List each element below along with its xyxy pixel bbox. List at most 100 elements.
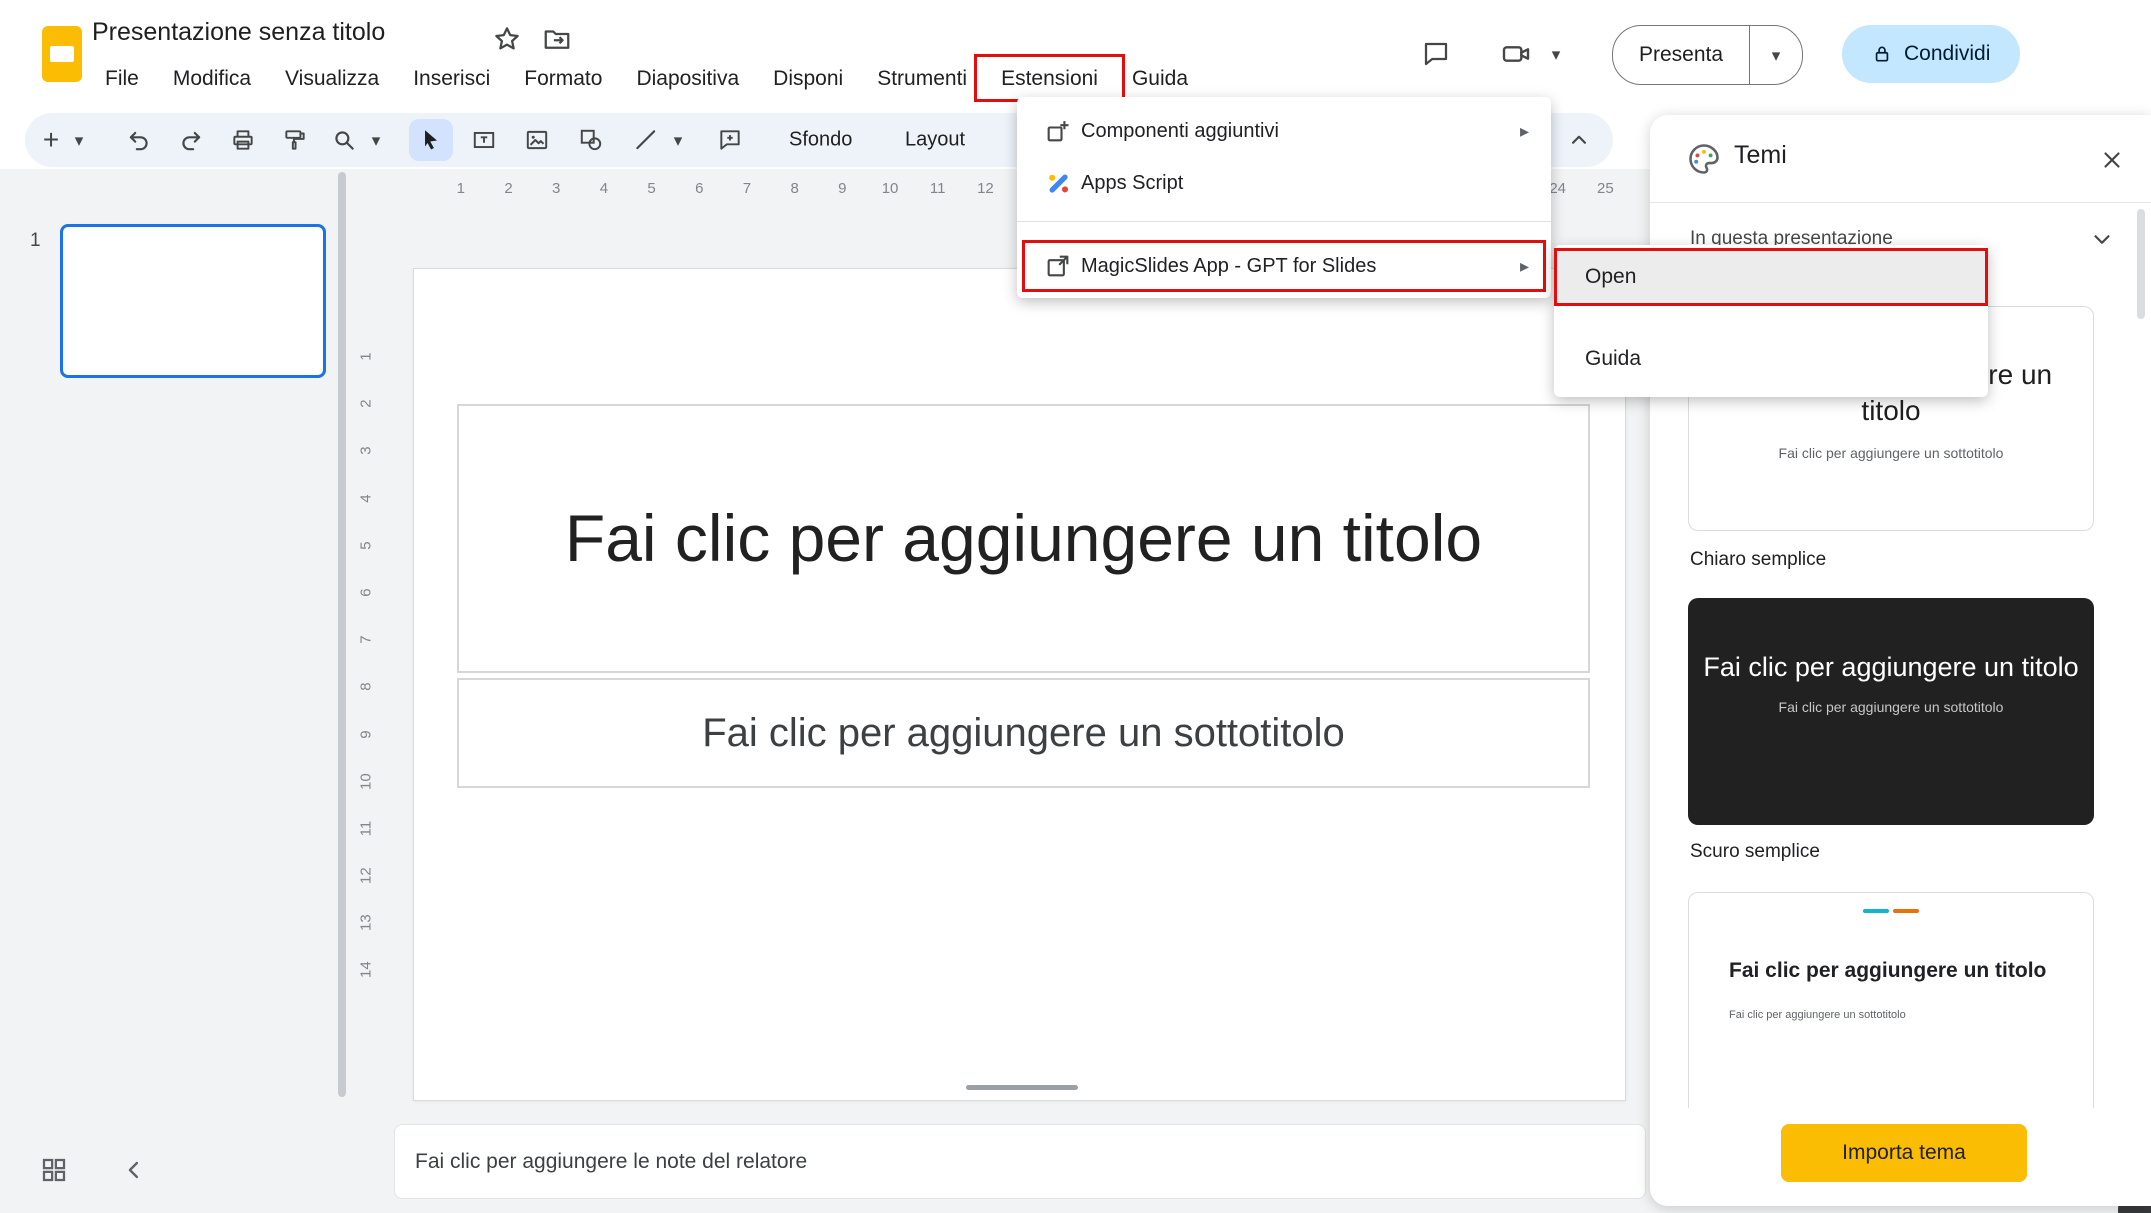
comment-icon bbox=[1421, 39, 1451, 69]
submenu-item-open[interactable]: Open bbox=[1554, 248, 1988, 306]
redo-button[interactable] bbox=[173, 122, 209, 158]
menu-guida[interactable]: Guida bbox=[1115, 60, 1205, 98]
zoom-dropdown[interactable]: ▾ bbox=[366, 122, 386, 158]
insert-shape-button[interactable] bbox=[573, 122, 609, 158]
chevron-down-icon bbox=[2089, 226, 2115, 252]
chevron-left-icon bbox=[120, 1156, 148, 1184]
present-to-meeting-button[interactable] bbox=[1496, 34, 1536, 74]
ruler-number: 13 bbox=[342, 910, 389, 936]
ruler-number: 7 bbox=[723, 176, 771, 202]
menu-item-componenti-aggiuntivi[interactable]: Componenti aggiuntivi ▸ bbox=[1017, 105, 1551, 157]
present-dropdown[interactable]: ▾ bbox=[1749, 26, 1802, 84]
ruler-number: 4 bbox=[342, 485, 389, 511]
present-button[interactable]: Presenta bbox=[1613, 43, 1749, 67]
menu-diapositiva[interactable]: Diapositiva bbox=[619, 60, 756, 98]
background-button[interactable]: Sfondo bbox=[777, 121, 864, 160]
theme-card-subtitle: Fai clic per aggiungere un sottotitolo bbox=[1689, 445, 2093, 461]
menu-item-magicslides[interactable]: MagicSlides App - GPT for Slides ▸ bbox=[1022, 240, 1546, 292]
paint-format-button[interactable] bbox=[277, 122, 313, 158]
import-theme-button[interactable]: Importa tema bbox=[1781, 1124, 2027, 1182]
insert-image-button[interactable] bbox=[519, 122, 555, 158]
layout-button[interactable]: Layout bbox=[893, 121, 977, 160]
slide-canvas[interactable]: Fai clic per aggiungere un titolo Fai cl… bbox=[413, 268, 1626, 1101]
extensions-menu: Componenti aggiuntivi ▸ Apps Script Magi… bbox=[1017, 97, 1551, 298]
ruler-number: 11 bbox=[342, 815, 389, 841]
slides-logo-inner bbox=[50, 46, 74, 62]
panel-scrollbar[interactable] bbox=[2137, 209, 2145, 319]
insert-line-button[interactable] bbox=[628, 122, 664, 158]
menu-formato[interactable]: Formato bbox=[507, 60, 619, 98]
text-box-icon bbox=[471, 127, 497, 153]
menubar: File Modifica Visualizza Inserisci Forma… bbox=[88, 58, 1205, 100]
comments-button[interactable] bbox=[1416, 34, 1456, 74]
meeting-dropdown[interactable]: ▾ bbox=[1544, 34, 1568, 74]
ruler-number: 2 bbox=[342, 391, 389, 417]
menu-file[interactable]: File bbox=[88, 60, 156, 98]
subtitle-placeholder-box[interactable]: Fai clic per aggiungere un sottotitolo bbox=[457, 678, 1590, 788]
share-button-label: Condividi bbox=[1904, 42, 1990, 66]
undo-button[interactable] bbox=[121, 122, 157, 158]
line-dropdown[interactable]: ▾ bbox=[668, 122, 688, 158]
lock-icon bbox=[1872, 44, 1892, 64]
menu-item-label: Apps Script bbox=[1081, 172, 1529, 195]
ruler-number: 9 bbox=[342, 721, 389, 747]
ruler-number: 5 bbox=[342, 532, 389, 558]
slide-thumbnail[interactable] bbox=[60, 224, 326, 378]
star-button[interactable] bbox=[490, 22, 524, 56]
ruler-number: 6 bbox=[342, 580, 389, 606]
line-icon bbox=[633, 127, 659, 153]
submenu-item-guida[interactable]: Guida bbox=[1554, 330, 1988, 388]
themes-panel-title: Temi bbox=[1734, 141, 1787, 170]
magnifier-icon bbox=[331, 127, 357, 153]
apps-script-icon bbox=[1043, 169, 1073, 197]
document-title[interactable]: Presentazione senza titolo bbox=[92, 18, 385, 47]
subtitle-placeholder-text: Fai clic per aggiungere un sottotitolo bbox=[702, 711, 1345, 756]
text-box-button[interactable] bbox=[466, 122, 502, 158]
zoom-button[interactable] bbox=[326, 122, 362, 158]
palette-icon bbox=[1686, 141, 1722, 177]
title-placeholder-box[interactable]: Fai clic per aggiungere un titolo bbox=[457, 404, 1590, 673]
ruler-number: 4 bbox=[580, 176, 628, 202]
new-slide-dropdown[interactable]: ▾ bbox=[69, 122, 89, 158]
theme-card-scuro-semplice[interactable]: Fai clic per aggiungere un titolo Fai cl… bbox=[1688, 598, 2094, 825]
speaker-notes[interactable]: Fai clic per aggiungere le note del rela… bbox=[394, 1124, 1646, 1199]
plus-icon: + bbox=[43, 126, 59, 154]
select-tool-button[interactable] bbox=[409, 119, 453, 161]
slide-number: 1 bbox=[30, 230, 41, 252]
slides-logo[interactable] bbox=[42, 26, 82, 82]
submenu-arrow-icon: ▸ bbox=[1520, 121, 1529, 142]
ruler-number: 8 bbox=[771, 176, 819, 202]
magicslides-submenu: Open Guida bbox=[1554, 245, 1988, 397]
menu-visualizza[interactable]: Visualizza bbox=[268, 60, 396, 98]
theme-card-subtitle: Fai clic per aggiungere un sottotitolo bbox=[1688, 699, 2094, 715]
menu-item-label: MagicSlides App - GPT for Slides bbox=[1081, 255, 1520, 278]
print-icon bbox=[230, 127, 256, 153]
collapse-filmstrip-button[interactable] bbox=[112, 1148, 156, 1192]
ruler-number: 7 bbox=[342, 627, 389, 653]
menu-strumenti[interactable]: Strumenti bbox=[860, 60, 984, 98]
ruler-number: 12 bbox=[962, 176, 1010, 202]
themes-panel-header: Temi bbox=[1650, 115, 2151, 203]
menu-modifica[interactable]: Modifica bbox=[156, 60, 268, 98]
theme-card-third[interactable]: Fai clic per aggiungere un titolo Fai cl… bbox=[1688, 892, 2094, 1132]
ruler-number: 11 bbox=[914, 176, 962, 202]
share-button[interactable]: Condividi bbox=[1842, 25, 2020, 83]
menu-item-apps-script[interactable]: Apps Script bbox=[1017, 157, 1551, 209]
move-button[interactable] bbox=[540, 22, 574, 56]
undo-icon bbox=[126, 127, 152, 153]
ruler-number: 2 bbox=[485, 176, 533, 202]
grid-view-button[interactable] bbox=[32, 1148, 76, 1192]
ruler-number: 8 bbox=[342, 674, 389, 700]
close-panel-button[interactable] bbox=[2095, 143, 2129, 177]
collapse-toolbar-button[interactable] bbox=[1561, 122, 1597, 158]
new-slide-button[interactable]: + bbox=[33, 122, 69, 158]
chevron-down-icon: ▾ bbox=[674, 132, 683, 149]
menu-estensioni[interactable]: Estensioni bbox=[984, 60, 1115, 98]
canvas-scroll-handle[interactable] bbox=[966, 1085, 1078, 1090]
menu-inserisci[interactable]: Inserisci bbox=[396, 60, 507, 98]
print-button[interactable] bbox=[225, 122, 261, 158]
menu-disponi[interactable]: Disponi bbox=[756, 60, 860, 98]
insert-comment-button[interactable] bbox=[712, 122, 748, 158]
ruler-number: 10 bbox=[342, 768, 389, 794]
ruler-number: 12 bbox=[342, 863, 389, 889]
